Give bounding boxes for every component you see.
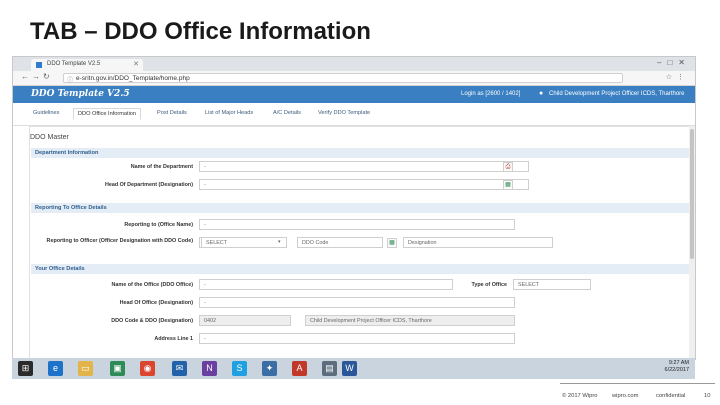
footer-page-number: 10 <box>704 393 711 399</box>
address-line-1-field[interactable]: - <box>199 333 515 344</box>
reporting-to-field[interactable]: - <box>199 219 515 230</box>
menu-icon[interactable]: ⋮ <box>677 74 689 81</box>
ddo-code-placeholder: DDO Code <box>302 240 329 246</box>
maximize-icon[interactable]: □ <box>667 58 678 67</box>
login-as-text: Login as [2600 / 1402] <box>461 91 521 97</box>
ddo-designation-value: Child Development Project Officer ICDS, … <box>305 315 515 326</box>
type-of-office-select[interactable]: SELECT <box>513 279 591 290</box>
forward-icon[interactable]: → <box>32 72 43 81</box>
reporting-to-label: Reporting to (Office Name) <box>124 222 193 228</box>
ddo-code-value: 0402 <box>199 315 291 326</box>
dept-head-field[interactable]: - <box>199 179 529 190</box>
tab-post-details[interactable]: Post Details <box>157 110 187 116</box>
head-of-office-field[interactable]: - <box>199 297 515 308</box>
dept-name-label: Name of the Department <box>130 164 193 170</box>
file-explorer-icon[interactable]: ▭ <box>78 361 93 376</box>
tray-date: 6/22/2017 <box>664 367 689 373</box>
store-icon[interactable]: ▣ <box>110 361 125 376</box>
acrobat-icon[interactable]: A <box>292 361 307 376</box>
tab-list-of-major-heads[interactable]: List of Major Heads <box>205 110 253 116</box>
footer-copyright: © 2017 Wipro <box>562 393 598 399</box>
ie-browser-icon[interactable]: e <box>48 361 63 376</box>
type-of-office-label: Type of Office <box>471 282 507 288</box>
tab-verify-ddo-template[interactable]: Verify DDO Template <box>318 110 370 116</box>
nav-tabs: Guidelines DDO Office Information Post D… <box>13 103 695 126</box>
dept-head-label: Head Of Department (Designation) <box>104 182 193 188</box>
content-area: DDO Master Department Information Name o… <box>13 126 695 359</box>
browser-toolbar-right: ☆⋮ <box>666 73 689 81</box>
chrome-icon[interactable]: ◉ <box>140 361 155 376</box>
dept-head-excel-icon[interactable]: ▦ <box>503 180 513 190</box>
skype-icon[interactable]: S <box>232 361 247 376</box>
window-controls[interactable]: –□✕ <box>657 58 691 67</box>
chevron-down-icon: ▾ <box>278 239 281 245</box>
browser-tab-title: DDO Template V2.5 <box>47 61 101 67</box>
app-icon[interactable]: ✦ <box>262 361 277 376</box>
ddo-code-lookup-icon[interactable]: ▦ <box>387 238 397 248</box>
app-logo: DDO Template V2.5 <box>31 89 130 99</box>
close-tab-icon[interactable]: ✕ <box>133 60 139 68</box>
system-tray-clock[interactable]: 9:27 AM 6/22/2017 <box>665 360 689 374</box>
reload-icon[interactable]: ↻ <box>43 72 53 81</box>
browser-tab[interactable]: DDO Template V2.5 ✕ <box>31 59 143 71</box>
reporting-officer-label: Reporting to Officer (Officer Designatio… <box>46 238 193 244</box>
tab-guidelines[interactable]: Guidelines <box>33 110 59 116</box>
word-icon[interactable]: W <box>342 361 357 376</box>
favicon-icon <box>36 62 42 68</box>
tray-time: 9:27 AM <box>668 360 689 366</box>
minimize-icon[interactable]: – <box>657 58 667 67</box>
dept-name-pdf-icon[interactable]: ⎙ <box>503 162 513 172</box>
address-bar-row: ←→↻ ⓘ e-sritn.gov.in/DDO_Template/home.p… <box>13 71 695 86</box>
back-icon[interactable]: ← <box>21 72 32 81</box>
windows-taskbar: ⊞ e ▭ ▣ ◉ ✉ N S ✦ A ▤ W 9:27 AM 6/22/201… <box>12 358 695 379</box>
onenote-icon[interactable]: N <box>202 361 217 376</box>
panel-title: DDO Master <box>30 134 69 141</box>
section-department-information: Department Information <box>31 148 689 158</box>
designation-placeholder: Designation <box>408 240 437 246</box>
user-role-menu[interactable]: Child Development Project Officer ICDS, … <box>549 91 685 97</box>
nav-buttons: ←→↻ <box>21 72 53 81</box>
browser-screenshot: DDO Template V2.5 ✕ –□✕ ←→↻ ⓘ e-sritn.go… <box>12 56 696 360</box>
head-of-office-label: Head Of Office (Designation) <box>119 300 193 306</box>
tab-ddo-office-information[interactable]: DDO Office Information <box>73 108 142 120</box>
browser-tabbar: DDO Template V2.5 ✕ –□✕ <box>13 57 695 71</box>
slide-title: TAB – DDO Office Information <box>30 18 371 45</box>
office-name-field[interactable]: - <box>199 279 453 290</box>
footer-divider <box>560 383 715 384</box>
url-field[interactable]: ⓘ e-sritn.gov.in/DDO_Template/home.php <box>63 73 623 84</box>
url-text: e-sritn.gov.in/DDO_Template/home.php <box>76 75 190 82</box>
section-reporting-office-details: Reporting To Office Details <box>31 203 689 213</box>
outlook-icon[interactable]: ✉ <box>172 361 187 376</box>
bookmark-star-icon[interactable]: ☆ <box>666 74 677 81</box>
reporting-officer-select[interactable]: SELECT <box>201 237 287 248</box>
close-window-icon[interactable]: ✕ <box>678 58 691 67</box>
ddo-code-input[interactable]: DDO Code <box>297 237 383 248</box>
info-icon: ⓘ <box>67 78 74 84</box>
user-icon: ● <box>539 90 544 97</box>
office-name-label: Name of the Office (DDO Office) <box>111 282 193 288</box>
footer-site: wipro.com <box>612 393 639 399</box>
footer-confidential: confidential <box>656 393 686 399</box>
tab-ac-details[interactable]: A/C Details <box>273 110 301 116</box>
start-icon[interactable]: ⊞ <box>18 361 33 376</box>
address-line-1-label: Address Line 1 <box>154 336 193 342</box>
section-your-office-details: Your Office Details <box>31 264 689 274</box>
misc-app-icon[interactable]: ▤ <box>322 361 337 376</box>
designation-input[interactable]: Designation <box>403 237 553 248</box>
dept-name-field[interactable]: - <box>199 161 529 172</box>
app-header: DDO Template V2.5 Login as [2600 / 1402]… <box>13 86 695 103</box>
scrollbar-thumb[interactable] <box>690 129 694 259</box>
ddo-code-label: DDO Code & DDO (Designation) <box>111 318 193 324</box>
